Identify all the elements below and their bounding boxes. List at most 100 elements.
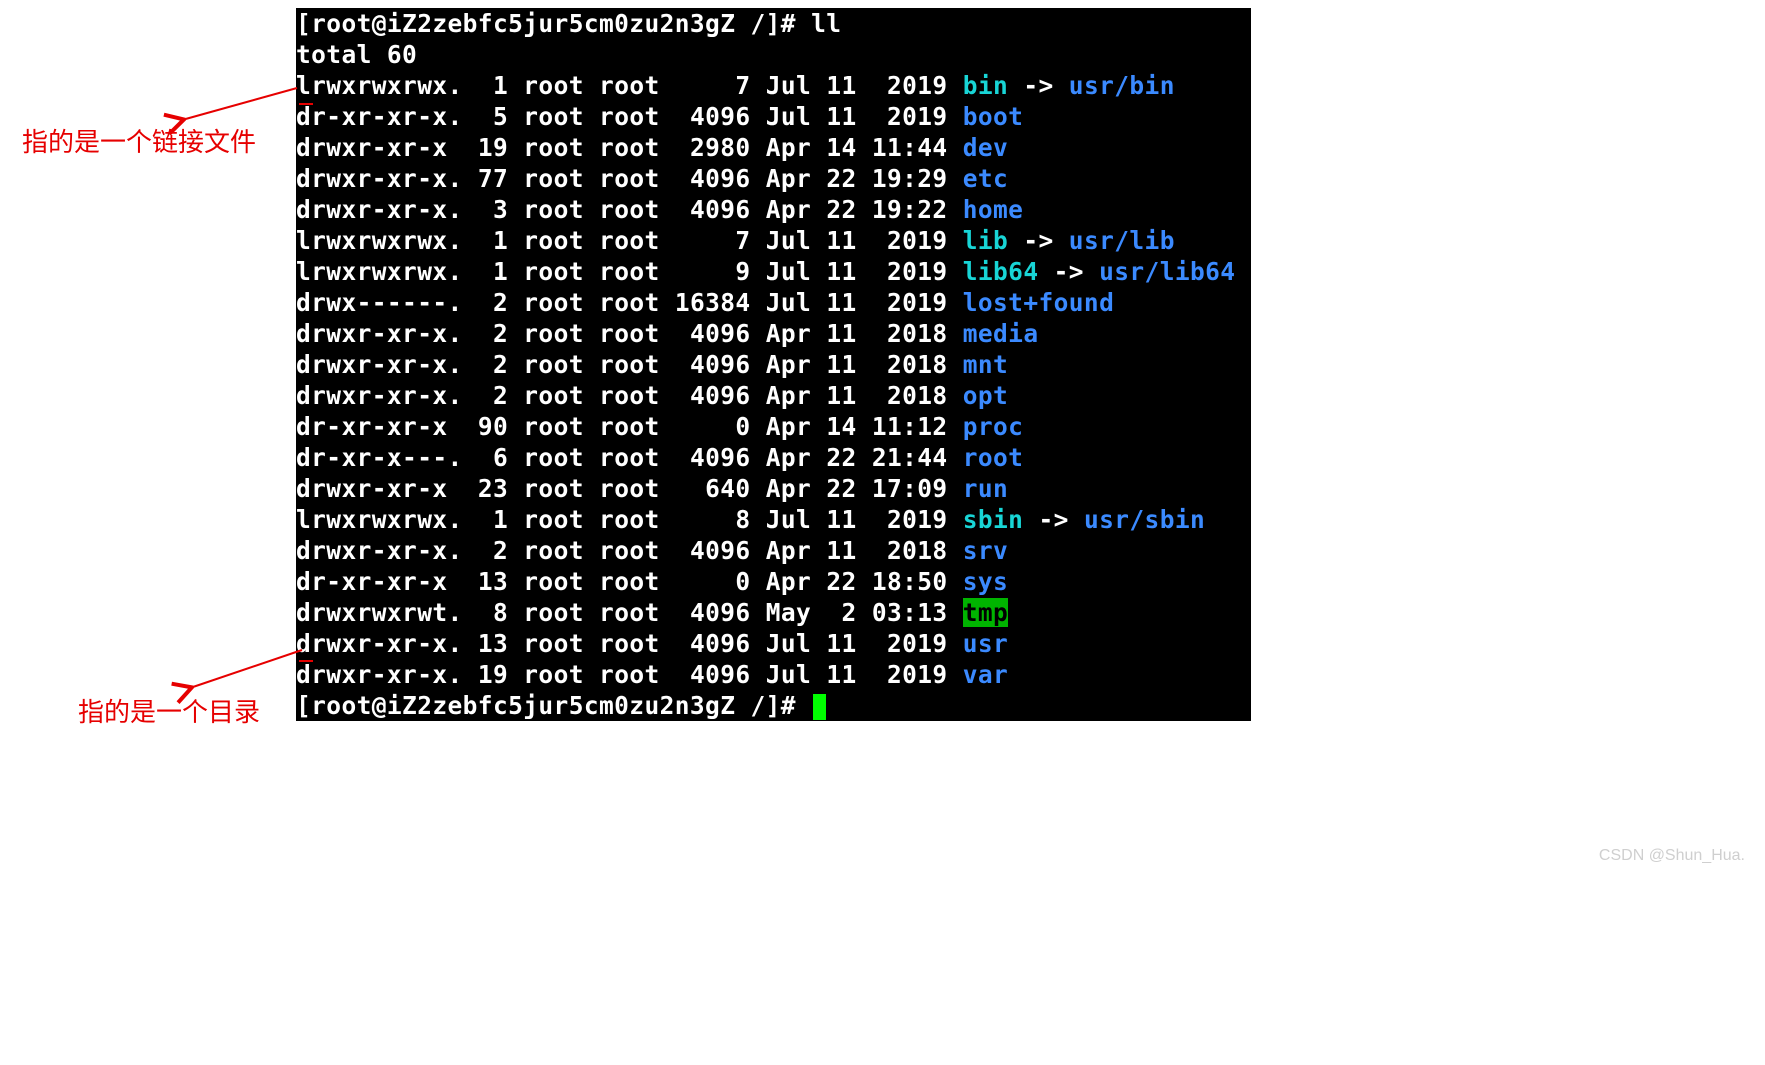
col-perm: dr-xr-x---. — [296, 443, 463, 472]
col-links: 1 — [478, 505, 508, 534]
filename-dir: usr — [963, 629, 1008, 658]
filename-dir: proc — [963, 412, 1024, 441]
cursor[interactable] — [813, 694, 826, 720]
col-day: 11 — [826, 319, 856, 348]
col-group: root — [599, 195, 660, 224]
col-perm: dr-xr-xr-x — [296, 412, 463, 441]
col-group: root — [599, 102, 660, 131]
col-day: 22 — [826, 195, 856, 224]
col-owner: root — [523, 567, 584, 596]
col-time: 2018 — [872, 319, 948, 348]
col-group: root — [599, 505, 660, 534]
col-day: 11 — [826, 350, 856, 379]
col-group: root — [599, 443, 660, 472]
col-size: 4096 — [675, 102, 751, 131]
col-perm: drwx------. — [296, 288, 463, 317]
red-underline-dir — [299, 660, 313, 662]
col-month: Apr — [766, 133, 811, 162]
col-size: 4096 — [675, 629, 751, 658]
filename-dir: root — [963, 443, 1024, 472]
ls-row: drwxr-xr-x. 3 root root 4096 Apr 22 19:2… — [296, 194, 1251, 225]
ls-row: drwxr-xr-x. 2 root root 4096 Apr 11 2018… — [296, 318, 1251, 349]
col-group: root — [599, 164, 660, 193]
col-owner: root — [523, 505, 584, 534]
col-day: 22 — [826, 474, 856, 503]
col-perm: drwxr-xr-x. — [296, 164, 463, 193]
col-size: 4096 — [675, 660, 751, 689]
col-time: 19:29 — [872, 164, 948, 193]
col-size: 4096 — [675, 195, 751, 224]
col-links: 19 — [478, 133, 508, 162]
link-target: usr/sbin — [1084, 505, 1205, 534]
col-owner: root — [523, 195, 584, 224]
col-perm: drwxr-xr-x — [296, 474, 463, 503]
col-perm: drwxrwxrwt. — [296, 598, 463, 627]
col-size: 0 — [675, 567, 751, 596]
terminal-window[interactable]: [root@iZ2zebfc5jur5cm0zu2n3gZ /]# lltota… — [296, 8, 1251, 721]
filename-dir: home — [963, 195, 1024, 224]
col-month: Apr — [766, 319, 811, 348]
col-owner: root — [523, 350, 584, 379]
col-group: root — [599, 257, 660, 286]
col-perm: dr-xr-xr-x. — [296, 102, 463, 131]
ls-row: lrwxrwxrwx. 1 root root 7 Jul 11 2019 li… — [296, 225, 1251, 256]
red-underline-link — [299, 103, 313, 105]
col-size: 4096 — [675, 164, 751, 193]
col-month: Jul — [766, 102, 811, 131]
col-size: 9 — [675, 257, 751, 286]
col-size: 7 — [675, 71, 751, 100]
ls-row: drwxr-xr-x. 2 root root 4096 Apr 11 2018… — [296, 535, 1251, 566]
prompt-line: [root@iZ2zebfc5jur5cm0zu2n3gZ /]# ll — [296, 9, 841, 38]
ls-row: lrwxrwxrwx. 1 root root 8 Jul 11 2019 sb… — [296, 504, 1251, 535]
col-month: Apr — [766, 443, 811, 472]
col-owner: root — [523, 133, 584, 162]
col-day: 22 — [826, 567, 856, 596]
col-owner: root — [523, 598, 584, 627]
ls-row: drwxr-xr-x 23 root root 640 Apr 22 17:09… — [296, 473, 1251, 504]
col-time: 11:44 — [872, 133, 948, 162]
ls-row: drwxrwxrwt. 8 root root 4096 May 2 03:13… — [296, 597, 1251, 628]
col-owner: root — [523, 164, 584, 193]
col-group: root — [599, 381, 660, 410]
link-arrow: -> — [1008, 71, 1069, 100]
col-group: root — [599, 319, 660, 348]
col-day: 2 — [826, 598, 856, 627]
col-owner: root — [523, 474, 584, 503]
col-group: root — [599, 412, 660, 441]
col-perm: drwxr-xr-x. — [296, 629, 463, 658]
col-day: 22 — [826, 164, 856, 193]
col-perm: drwxr-xr-x. — [296, 660, 463, 689]
link-target: usr/lib64 — [1099, 257, 1235, 286]
col-links: 8 — [478, 598, 508, 627]
col-day: 11 — [826, 536, 856, 565]
col-size: 4096 — [675, 381, 751, 410]
watermark: CSDN @Shun_Hua. — [1599, 847, 1745, 865]
col-perm: lrwxrwxrwx. — [296, 505, 463, 534]
col-owner: root — [523, 257, 584, 286]
ls-row: dr-xr-xr-x. 5 root root 4096 Jul 11 2019… — [296, 101, 1251, 132]
col-month: Apr — [766, 350, 811, 379]
col-month: Jul — [766, 71, 811, 100]
col-month: May — [766, 598, 811, 627]
col-owner: root — [523, 443, 584, 472]
col-links: 2 — [478, 288, 508, 317]
col-links: 2 — [478, 319, 508, 348]
ls-row: dr-xr-x---. 6 root root 4096 Apr 22 21:4… — [296, 442, 1251, 473]
col-group: root — [599, 226, 660, 255]
col-links: 77 — [478, 164, 508, 193]
col-links: 13 — [478, 567, 508, 596]
filename-link: lib64 — [963, 257, 1039, 286]
link-target: usr/bin — [1069, 71, 1175, 100]
ls-row: drwxr-xr-x. 2 root root 4096 Apr 11 2018… — [296, 349, 1251, 380]
filename-dir: etc — [963, 164, 1008, 193]
col-owner: root — [523, 660, 584, 689]
col-owner: root — [523, 412, 584, 441]
ls-row: dr-xr-xr-x 90 root root 0 Apr 14 11:12 p… — [296, 411, 1251, 442]
col-time: 2018 — [872, 350, 948, 379]
col-owner: root — [523, 102, 584, 131]
link-arrow: -> — [1008, 226, 1069, 255]
col-perm: dr-xr-xr-x — [296, 567, 463, 596]
col-time: 17:09 — [872, 474, 948, 503]
col-perm: drwxr-xr-x. — [296, 536, 463, 565]
filename-dir: opt — [963, 381, 1008, 410]
